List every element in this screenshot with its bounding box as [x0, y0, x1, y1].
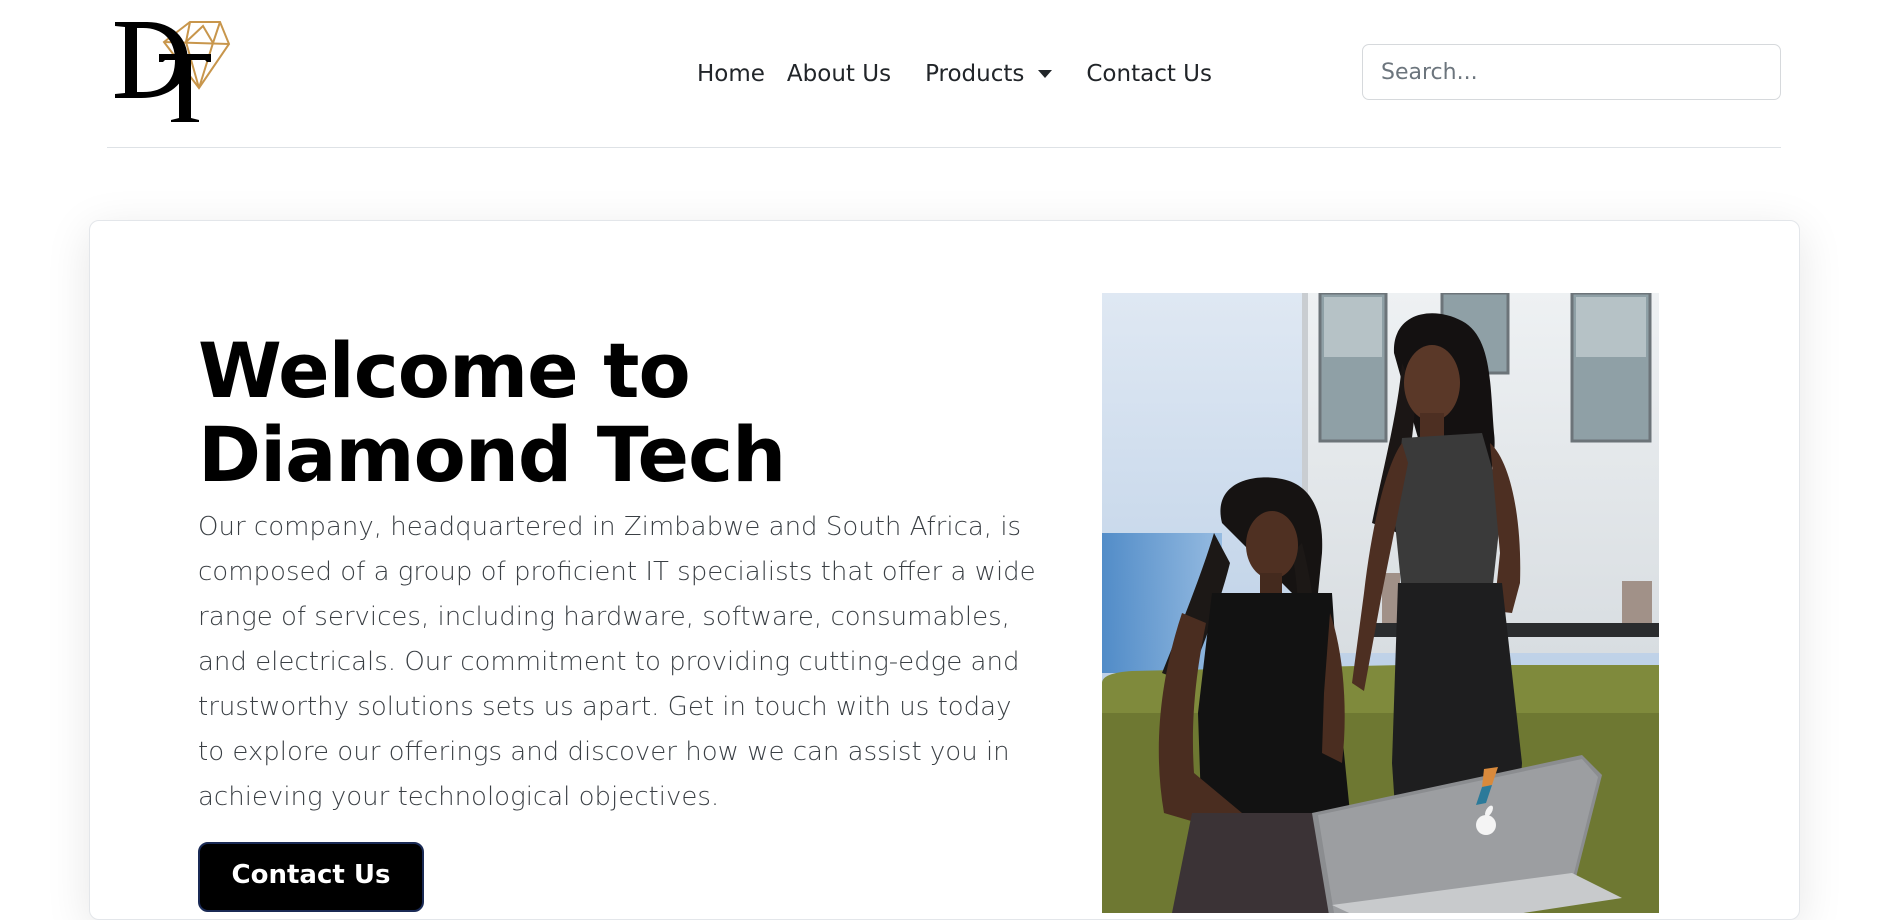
nav-products-dropdown[interactable]: Products	[925, 61, 1053, 87]
hero-description: Our company, headquartered in Zimbabwe a…	[198, 512, 1036, 812]
hero-card: Welcome to Diamond Tech Our company, hea…	[89, 220, 1800, 920]
hero-photo	[1102, 293, 1659, 913]
brand-logo[interactable]	[107, 14, 237, 124]
diamond-tech-logo	[115, 21, 231, 122]
main-nav: Home About Us Products Contact Us	[697, 56, 1212, 92]
hero-title-line2: Diamond Tech	[198, 410, 786, 499]
nav-home-link[interactable]: Home	[697, 61, 765, 87]
hero-title: Welcome to Diamond Tech	[198, 329, 898, 497]
search-input[interactable]	[1362, 44, 1781, 100]
nav-contact-link[interactable]: Contact Us	[1086, 61, 1212, 87]
team-photo-illustration	[1102, 293, 1659, 913]
hero-title-line1: Welcome to	[198, 326, 691, 415]
contact-us-button[interactable]: Contact Us	[198, 842, 424, 912]
navbar: Home About Us Products Contact Us	[107, 0, 1781, 148]
caret-down-icon	[1038, 70, 1053, 78]
nav-about-link[interactable]: About Us	[787, 61, 891, 87]
nav-products-label: Products	[925, 61, 1025, 87]
